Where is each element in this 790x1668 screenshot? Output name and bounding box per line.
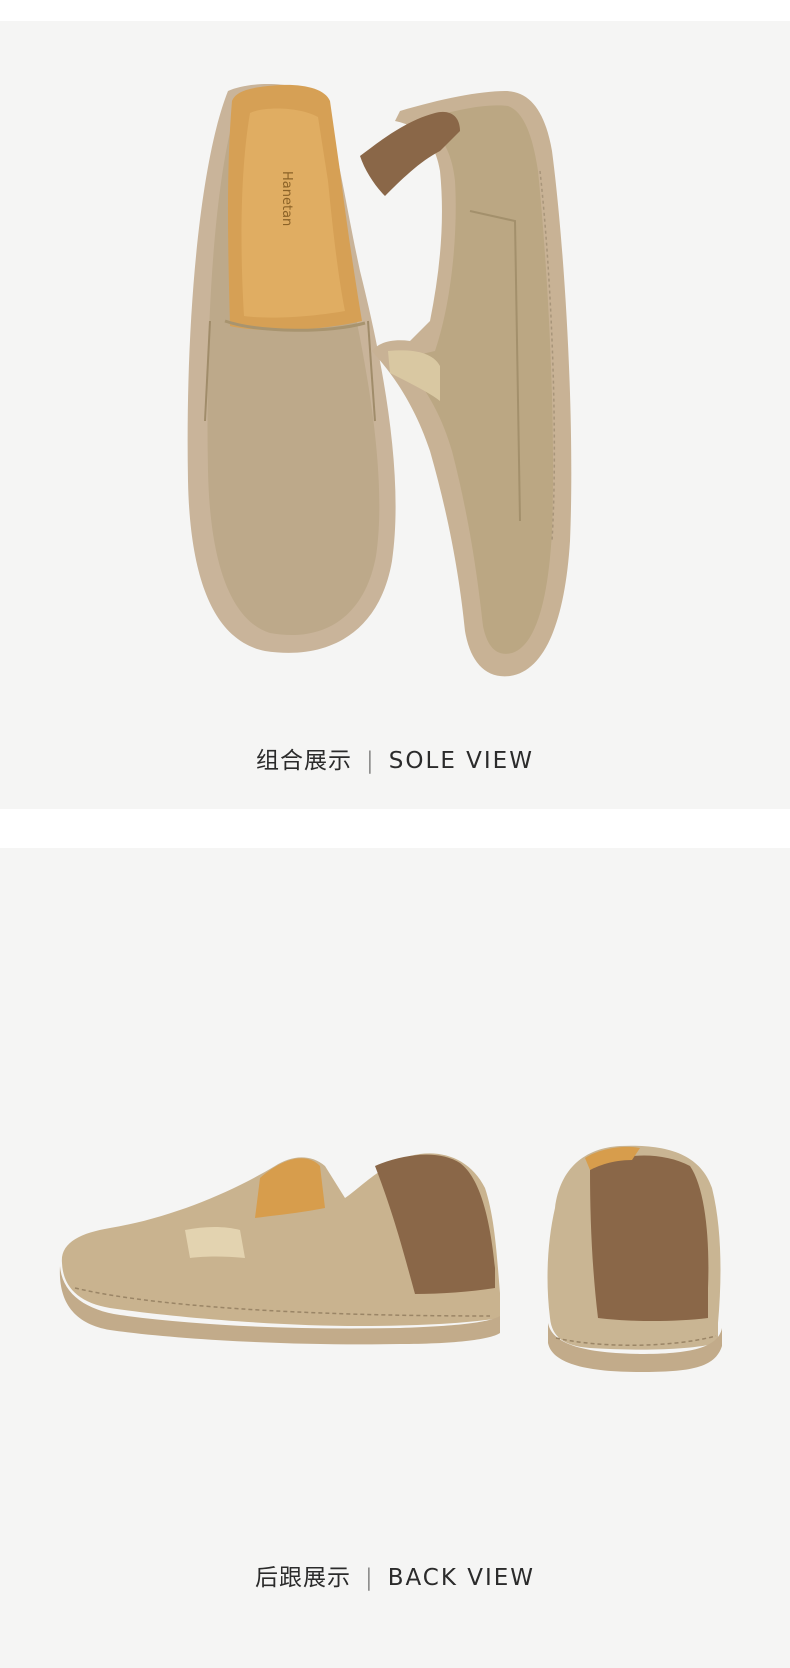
shoe-back-view: [547, 1145, 722, 1372]
caption-separator: |: [364, 1565, 374, 1591]
left-shoe-top: Hanetan: [187, 84, 396, 653]
product-panel-sole-view: Hanetan 组合展示 | SOLE VIEW: [0, 21, 790, 809]
shoe-side-view: [59, 1153, 501, 1345]
product-photo-back-view: [59, 1145, 722, 1372]
caption-chinese: 组合展示: [256, 748, 353, 774]
product-photo-sole-view: Hanetan: [187, 84, 572, 677]
product-panel-back-view: 后跟展示 | BACK VIEW: [0, 848, 790, 1668]
caption-english: BACK VIEW: [387, 1565, 536, 1591]
panel-caption-back-view: 后跟展示 | BACK VIEW: [0, 1558, 790, 1592]
caption-english: SOLE VIEW: [388, 748, 534, 774]
caption-chinese: 后跟展示: [254, 1565, 351, 1591]
right-shoe-side: [360, 91, 572, 677]
caption-separator: |: [366, 748, 375, 774]
panel-caption-sole-view: 组合展示 | SOLE VIEW: [0, 741, 790, 775]
insole-brand-logo: Hanetan: [279, 171, 294, 226]
